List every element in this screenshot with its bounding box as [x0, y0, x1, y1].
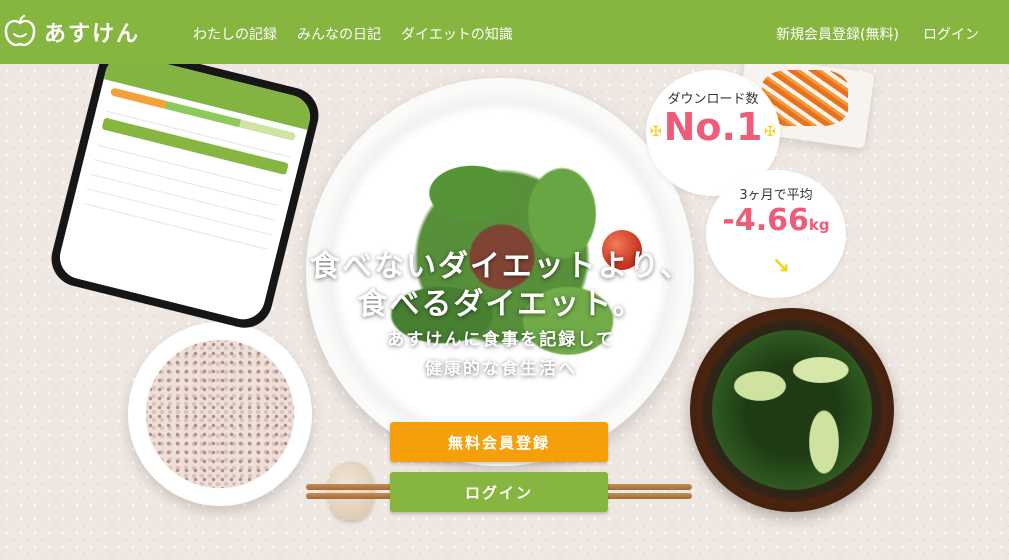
downloads-value: No.1 — [663, 105, 763, 149]
signup-link[interactable]: 新規会員登録(無料) — [776, 24, 899, 44]
brand-name: あすけん — [44, 22, 141, 47]
login-link[interactable]: ログイン — [923, 24, 979, 44]
headline-line-1: 食べないダイエットより、 — [310, 249, 692, 284]
sparkle-icon: ✠ — [650, 124, 662, 140]
nav-my-records[interactable]: わたしの記録 — [193, 24, 277, 44]
hero-headline: 食べないダイエットより、 食べるダイエット。 あすけんに食事を記録して 健康的な… — [306, 248, 696, 382]
average-loss-unit: kg — [808, 216, 830, 234]
average-loss-label: 3ヶ月で平均 — [739, 188, 813, 203]
down-arrow-icon: ↘ — [771, 254, 791, 279]
average-loss-value: -4.66 — [722, 203, 809, 238]
nav-everyone-diary[interactable]: みんなの日記 — [297, 24, 381, 44]
brand-logo-link[interactable]: あすけん — [2, 10, 140, 54]
phone-screen — [55, 64, 315, 324]
headline-line-2: 食べるダイエット。 — [357, 287, 645, 322]
login-button[interactable]: ログイン — [390, 472, 608, 512]
register-button[interactable]: 無料会員登録 — [390, 422, 608, 462]
app-phone-mockup — [45, 64, 325, 334]
sparkle-icon: ✠ — [764, 124, 776, 140]
average-loss-value-line: -4.66kg — [706, 203, 846, 243]
main-nav: わたしの記録 みんなの日記 ダイエットの知識 — [193, 24, 513, 44]
hero-section: ダウンロード数 No.1 ✠ ✠ 3ヶ月で平均 -4.66kg ↘ 食べないダイ… — [0, 64, 1009, 560]
apple-logo-icon — [4, 14, 36, 47]
average-loss-badge: 3ヶ月で平均 -4.66kg ↘ — [706, 170, 846, 298]
subheadline-line-2: 健康的な食生活へ — [425, 359, 577, 379]
miso-soup-image — [712, 330, 872, 490]
subheadline-line-1: あすけんに食事を記録して — [387, 330, 615, 350]
nav-diet-knowledge[interactable]: ダイエットの知識 — [401, 24, 513, 44]
rice-image — [146, 340, 294, 488]
site-header: あすけん わたしの記録 みんなの日記 ダイエットの知識 新規会員登録(無料) ロ… — [0, 0, 1009, 64]
account-nav: 新規会員登録(無料) ログイン — [776, 24, 979, 44]
